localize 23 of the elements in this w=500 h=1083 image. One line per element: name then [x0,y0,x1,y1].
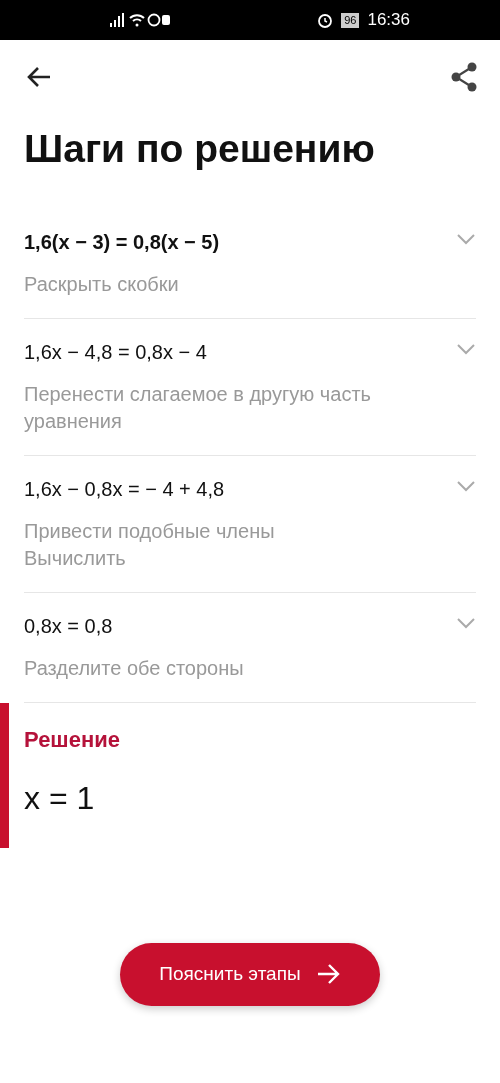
back-icon[interactable] [26,66,52,88]
chevron-down-icon[interactable] [456,342,476,355]
page-title: Шаги по решению [24,126,376,172]
clock: 16:36 [367,9,410,32]
step-equation: 1,6(x − 3) = 0,8(x − 5) [24,229,220,255]
chevron-down-icon[interactable] [456,616,476,629]
chevron-down-icon[interactable] [456,479,476,492]
step-hint: Перенести слагаемое в другую часть уравнения [24,381,372,434]
alarm-icon [317,12,334,28]
arrow-right-icon [316,964,341,984]
battery-level: 96 [341,12,360,28]
explain-steps-button[interactable]: Пояснить этапы [120,942,380,1006]
step-equation: 0,8x = 0,8 [24,613,113,639]
chevron-down-icon[interactable] [456,232,476,245]
step-hint: Раскрыть скобки [24,271,180,297]
step-equation: 1,6x − 4,8 = 0,8x − 4 [24,339,207,365]
step-hint: Разделите обе стороны [24,655,245,681]
solution-answer: x = 1 [24,778,96,818]
step-hint: Привести подобные члены Вычислить [24,518,276,571]
step-equation: 1,6x − 0,8x = − 4 + 4,8 [24,476,225,502]
solution-label: Решение [24,725,121,754]
share-icon[interactable] [450,62,478,92]
signal-icon [110,13,170,27]
